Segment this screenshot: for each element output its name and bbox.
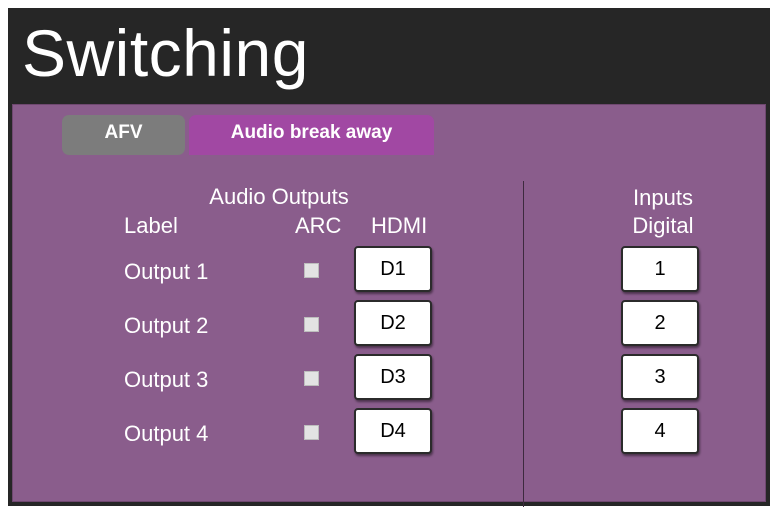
digital-subheading: Digital [632, 213, 694, 238]
arc-checkbox-output-2[interactable] [304, 317, 319, 332]
output-label: Output 1 [124, 259, 209, 284]
hdmi-button-output-1[interactable]: D1 [354, 246, 432, 292]
arc-checkbox-output-4[interactable] [304, 425, 319, 440]
hdmi-button-output-3[interactable]: D3 [354, 354, 432, 400]
switching-window: Switching AFV Audio break away Audio Out… [8, 8, 770, 507]
tab-afv[interactable]: AFV [62, 115, 185, 155]
inputs-heading: Inputs [633, 185, 693, 210]
arc-checkbox-output-3[interactable] [304, 371, 319, 386]
input-button-1[interactable]: 1 [621, 246, 699, 292]
output-label: Output 4 [124, 421, 209, 446]
hdmi-column-header: HDMI [371, 213, 428, 238]
arc-column-header: ARC [295, 213, 342, 238]
switching-panel: AFV Audio break away Audio Outputs Label… [12, 104, 766, 507]
input-button-3[interactable]: 3 [621, 354, 699, 400]
section-divider [523, 181, 524, 507]
audio-outputs-heading: Audio Outputs [209, 184, 349, 209]
page-title: Switching [22, 16, 309, 90]
label-column-header: Label [124, 213, 178, 238]
output-label: Output 2 [124, 313, 209, 338]
input-button-4[interactable]: 4 [621, 408, 699, 454]
hdmi-button-output-4[interactable]: D4 [354, 408, 432, 454]
arc-checkbox-output-1[interactable] [304, 263, 319, 278]
output-label: Output 3 [124, 367, 209, 392]
tab-audio-break-away[interactable]: Audio break away [189, 115, 434, 155]
hdmi-button-output-2[interactable]: D2 [354, 300, 432, 346]
input-button-2[interactable]: 2 [621, 300, 699, 346]
